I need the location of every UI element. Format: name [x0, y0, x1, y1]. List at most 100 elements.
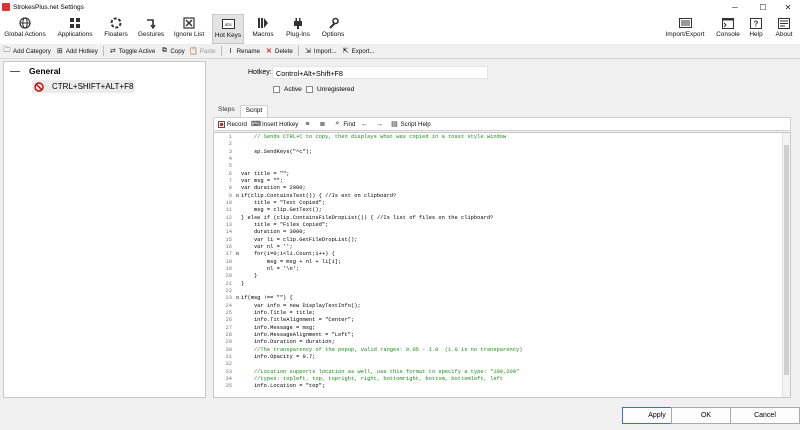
- scrollbar-thumb[interactable]: [784, 145, 789, 375]
- toggle-active-button[interactable]: ⇄ Toggle Active: [109, 47, 155, 56]
- add-category-button[interactable]: 🗀 Add Category: [3, 47, 51, 55]
- code-line: 22: [214, 288, 790, 295]
- ribbon-global-actions[interactable]: Global Actions: [2, 14, 48, 44]
- cancel-button[interactable]: Cancel: [730, 407, 800, 424]
- ribbon-help[interactable]: ? Help: [746, 14, 766, 44]
- delete-button[interactable]: ✕ Delete: [265, 47, 293, 56]
- fold-marker: [234, 266, 241, 273]
- fold-marker: [234, 361, 241, 368]
- fold-marker: [234, 215, 241, 222]
- ribbon-about[interactable]: About: [771, 14, 797, 44]
- hotkey-tree[interactable]: General CTRL+SHIFT+ALT+F8: [3, 61, 206, 398]
- applications-icon: [68, 17, 82, 29]
- line-number: 32: [225, 361, 232, 368]
- code-text: info.Duration = duration;: [241, 339, 335, 346]
- code-line: 33 //Location supports location as well,…: [214, 369, 790, 376]
- fold-marker: [234, 332, 241, 339]
- line-number: 26: [225, 317, 232, 324]
- line-number: 34: [225, 375, 232, 382]
- code-text: }: [241, 280, 245, 287]
- fold-marker: [234, 134, 241, 141]
- ribbon-macros[interactable]: Macros: [248, 14, 278, 44]
- uncomment-lines-icon: ≣: [319, 121, 326, 128]
- code-text: info.Title = title;: [241, 309, 316, 316]
- line-number: 31: [225, 353, 232, 360]
- fold-marker: [234, 325, 241, 332]
- ribbon-plug-ins[interactable]: Plug-Ins: [283, 14, 313, 44]
- ribbon-floaters[interactable]: Floaters: [101, 14, 131, 44]
- fold-marker: [234, 288, 241, 295]
- close-button[interactable]: ✕: [777, 0, 799, 14]
- script-help-button[interactable]: ▤ Script Help: [390, 120, 431, 129]
- find-button[interactable]: ⌕ Find: [333, 120, 355, 128]
- fold-marker: [234, 229, 241, 236]
- add-category-label: Add Category: [13, 47, 51, 55]
- ribbon-label: Plug-Ins: [286, 31, 310, 38]
- export-button[interactable]: ⇱ Export...: [342, 47, 375, 56]
- line-number: 3: [228, 148, 232, 155]
- import-button[interactable]: ⇲ Import...: [304, 47, 337, 56]
- fold-marker[interactable]: ⊟: [234, 251, 241, 258]
- ribbon-console[interactable]: Console: [714, 14, 742, 44]
- fold-marker: [234, 354, 241, 361]
- ribbon-options[interactable]: Options: [318, 14, 348, 44]
- code-line: 24 var info = new DisplayTextInfo();: [214, 303, 790, 310]
- ribbon-gestures[interactable]: Gestures: [136, 14, 166, 44]
- code-line: 15 var li = clip.GetFileDropList();: [214, 237, 790, 244]
- delete-label: Delete: [274, 47, 293, 55]
- ribbon-import-export[interactable]: Import/Export: [663, 14, 707, 44]
- tab-steps[interactable]: Steps: [213, 105, 240, 117]
- line-number: 24: [225, 302, 232, 309]
- minimize-button[interactable]: ─: [724, 0, 746, 14]
- fold-marker[interactable]: ⊟: [234, 193, 241, 200]
- line-number: 10: [225, 199, 232, 206]
- import-export-icon: [678, 17, 692, 29]
- line-number: 6: [228, 170, 232, 177]
- ribbon-label: Hot Keys: [214, 32, 242, 39]
- code-line: 18 msg = msg + nl + li[i];: [214, 259, 790, 266]
- collapse-icon[interactable]: [10, 71, 20, 72]
- fold-marker: [234, 200, 241, 207]
- editor-scrollbar[interactable]: [782, 133, 790, 397]
- fold-marker: [234, 259, 241, 266]
- toolbar-separator: [102, 46, 104, 56]
- back-button[interactable]: ←: [360, 120, 370, 128]
- tab-script[interactable]: Script: [239, 105, 269, 117]
- export-label: Export...: [351, 47, 375, 55]
- code-text: var info = new DisplayTextInfo();: [241, 302, 361, 309]
- insert-hotkey-button[interactable]: ⌨ Insert Hotkey: [251, 120, 299, 129]
- fold-marker[interactable]: ⊟: [234, 295, 241, 302]
- active-checkbox[interactable]: Active: [273, 86, 302, 93]
- code-line: 10 title = "Text Copied";: [214, 200, 790, 207]
- comment-button[interactable]: ≡: [303, 120, 313, 128]
- ribbon-hot-keys[interactable]: abc Hot Keys: [212, 14, 244, 44]
- paste-button[interactable]: 📋 Paste: [189, 47, 215, 56]
- tree-item-hotkey[interactable]: CTRL+SHIFT+ALT+F8: [32, 80, 136, 93]
- copy-button[interactable]: ⧉ Copy: [160, 47, 185, 55]
- code-line: 30 //The transparency of the popup, vali…: [214, 347, 790, 354]
- hotkeys-icon: abc: [221, 18, 235, 30]
- tree-category-general[interactable]: General: [29, 66, 61, 76]
- record-button[interactable]: Record: [217, 120, 247, 128]
- forward-button[interactable]: →: [375, 120, 385, 128]
- code-text: info.Opacity = 0.7;: [241, 353, 316, 360]
- maximize-button[interactable]: ☐: [752, 0, 774, 14]
- unregistered-checkbox[interactable]: Unregistered: [306, 86, 354, 93]
- ribbon-ignore-list[interactable]: Ignore List: [171, 14, 207, 44]
- ribbon-label: About: [775, 31, 793, 38]
- rename-button[interactable]: I Rename: [227, 47, 260, 55]
- fold-marker: [234, 339, 241, 346]
- code-line: 35 info.Location = "top";: [214, 383, 790, 390]
- fold-marker: [234, 178, 241, 185]
- checkbox-box: [273, 86, 280, 93]
- active-label: Active: [284, 86, 302, 93]
- uncomment-button[interactable]: ≣: [318, 120, 328, 128]
- add-hotkey-button[interactable]: ⊞ Add Hotkey: [56, 47, 98, 56]
- ribbon-applications[interactable]: Applications: [55, 14, 95, 44]
- ribbon-label: Ignore List: [173, 31, 205, 38]
- unregistered-label: Unregistered: [317, 86, 355, 93]
- code-line: 4: [214, 156, 790, 163]
- ribbon-label: Console: [716, 31, 740, 38]
- script-editor[interactable]: 1 // Sends CTRL+C to copy, then displays…: [213, 132, 791, 398]
- hotkey-field[interactable]: Control+Alt+Shift+F8: [272, 66, 488, 79]
